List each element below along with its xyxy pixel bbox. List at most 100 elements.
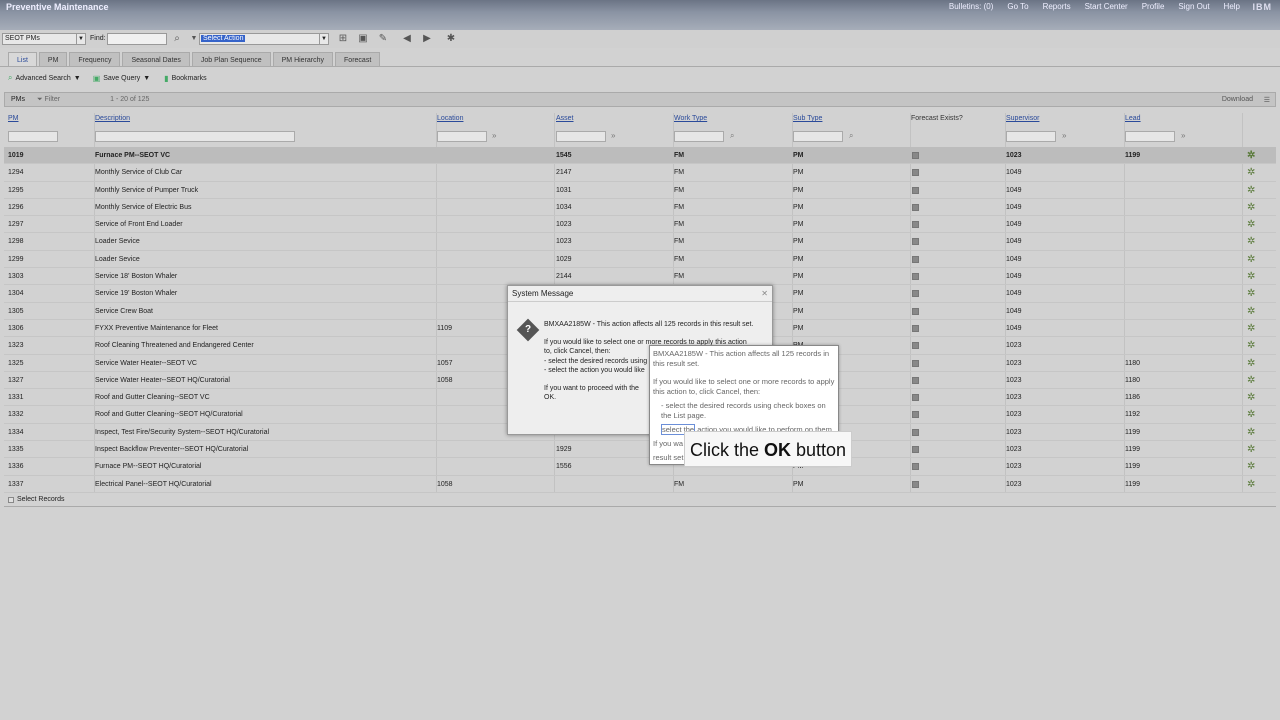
lookup-icon[interactable]: » (1181, 131, 1185, 140)
forecast-checkbox (912, 255, 919, 263)
column-header-asset[interactable]: Asset (556, 115, 574, 122)
route-workflow-icon[interactable]: ✲ (1247, 182, 1255, 199)
close-icon[interactable]: ✕ (761, 289, 768, 298)
advanced-search-button[interactable]: ⌕ Advanced Search ▼ (8, 73, 81, 83)
lookup-icon[interactable]: » (492, 131, 496, 140)
work-type-filter-input[interactable] (674, 131, 724, 142)
tab-frequency[interactable]: Frequency (69, 52, 121, 67)
start-center-link[interactable]: Start Center (1085, 2, 1128, 11)
column-header-sub-type[interactable]: Sub Type (793, 115, 822, 122)
route-workflow-icon[interactable]: ✲ (1247, 285, 1255, 302)
table-row[interactable]: 1299 Loader Sevice 1029 FM PM 1049 ✲ (4, 251, 1276, 269)
lookup-icon[interactable]: » (1062, 131, 1066, 140)
cell-pm: 1297 (8, 221, 24, 229)
route-workflow-icon[interactable]: ✲ (1247, 251, 1255, 268)
table-row[interactable]: 1297 Service of Front End Loader 1023 FM PM 1… (4, 216, 1276, 234)
select-records-toggle[interactable]: Select Records (8, 496, 64, 503)
column-header-description[interactable]: Description (95, 115, 130, 122)
route-workflow-icon[interactable]: ✲ (1247, 268, 1255, 285)
cell-desc: Furnace PM--SEOT HQ/Curatorial (95, 463, 202, 471)
pm-filter-input[interactable] (8, 131, 58, 142)
tab-list[interactable]: List (8, 52, 37, 67)
route-workflow-icon[interactable]: ✲ (1247, 337, 1255, 354)
route-workflow-icon[interactable]: ✲ (1247, 476, 1255, 493)
save-icon[interactable]: ▣ (356, 33, 370, 45)
find-input[interactable] (107, 33, 167, 45)
reports-link[interactable]: Reports (1043, 2, 1071, 11)
table-row[interactable]: 1295 Monthly Service of Pumper Truck 1031 F… (4, 182, 1276, 199)
route-workflow-icon[interactable]: ✲ (1247, 406, 1255, 423)
column-header-forecast-exists: Forecast Exists? (911, 115, 963, 122)
route-workflow-icon[interactable]: ✲ (1247, 389, 1255, 406)
column-header-pm[interactable]: PM (8, 115, 19, 122)
workflow-icon[interactable]: ✱ (444, 33, 458, 45)
route-workflow-icon[interactable]: ✲ (1247, 216, 1255, 233)
lead-filter-input[interactable] (1125, 131, 1175, 142)
column-header-supervisor[interactable]: Supervisor (1006, 115, 1039, 122)
search-icon[interactable]: ⌕ (849, 131, 853, 141)
route-workflow-icon[interactable]: ✲ (1247, 303, 1255, 320)
route-workflow-icon[interactable]: ✲ (1247, 320, 1255, 337)
table-row[interactable]: 1303 Service 18' Boston Whaler 2144 FM PM 104… (4, 268, 1276, 286)
table-row[interactable]: 1294 Monthly Service of Club Car 2147 FM PM 1… (4, 164, 1276, 182)
table-row[interactable]: 1296 Monthly Service of Electric Bus 1034 F… (4, 199, 1276, 217)
bulletins-link[interactable]: Bulletins: (0) (949, 2, 993, 11)
sub-type-filter-input[interactable] (793, 131, 843, 142)
cell-pm: 1335 (8, 446, 24, 454)
route-workflow-icon[interactable]: ✲ (1247, 147, 1255, 164)
next-arrow-icon[interactable]: ▶ (420, 33, 434, 45)
save-query-button[interactable]: ▣ Save Query ▼ (93, 74, 150, 83)
sign-out-link[interactable]: Sign Out (1178, 2, 1209, 11)
lookup-icon[interactable]: » (611, 131, 615, 140)
download-button[interactable]: Download (1222, 96, 1253, 103)
table-row[interactable]: 1336Furnace PM--SEOT HQ/Curatorial1556PM… (4, 458, 1276, 476)
cell-lead: 1192 (1125, 411, 1141, 419)
route-workflow-icon[interactable]: ✲ (1247, 424, 1255, 441)
filter-button[interactable]: ⏷ Filter (37, 96, 60, 104)
forecast-checkbox (912, 324, 919, 332)
table-row[interactable]: 1337 Electrical Panel--SEOT HQ/Curatorial… (4, 476, 1276, 493)
route-workflow-icon[interactable]: ✲ (1247, 199, 1255, 216)
profile-link[interactable]: Profile (1142, 2, 1165, 11)
tab-forecast[interactable]: Forecast (335, 52, 381, 67)
table-row[interactable]: 1019 Furnace PM--SEOT VC 1545 FM PM 1023 1199 ✲ (4, 147, 1276, 165)
column-header-work-type[interactable]: Work Type (674, 115, 707, 122)
dialog-message-line: OK. (544, 394, 557, 401)
search-icon[interactable]: ⌕ (730, 131, 734, 141)
goto-link[interactable]: Go To (1007, 2, 1028, 11)
tab-pm-hierarchy[interactable]: PM Hierarchy (272, 52, 334, 67)
menu-icon[interactable]: ☰ (1264, 96, 1270, 104)
route-workflow-icon[interactable]: ✲ (1247, 372, 1255, 389)
table-row[interactable]: 1298 Loader Sevice 1023 FM PM 1049 ✲ (4, 233, 1276, 251)
cell-sup: 1023 (1006, 446, 1022, 454)
search-icon[interactable]: ⌕ (170, 33, 184, 45)
asset-filter-input[interactable] (556, 131, 606, 142)
chevron-down-icon[interactable]: ▼ (74, 75, 81, 82)
column-header-lead[interactable]: Lead (1125, 115, 1141, 122)
cell-asset: 1031 (556, 186, 572, 194)
select-action-dropdown[interactable]: Select Action ▼ (199, 33, 329, 45)
help-link[interactable]: Help (1224, 2, 1240, 11)
previous-arrow-icon[interactable]: ◀ (400, 33, 414, 45)
route-workflow-icon[interactable]: ✲ (1247, 355, 1255, 372)
column-header-location[interactable]: Location (437, 115, 463, 122)
tab-seasonal-dates[interactable]: Seasonal Dates (122, 52, 190, 67)
description-filter-input[interactable] (95, 131, 295, 142)
location-filter-input[interactable] (437, 131, 487, 142)
new-record-icon[interactable]: ⊞ (336, 33, 350, 45)
edit-icon[interactable]: ✎ (376, 33, 390, 45)
tab-job-plan-sequence[interactable]: Job Plan Sequence (191, 52, 271, 67)
route-workflow-icon[interactable]: ✲ (1247, 164, 1255, 181)
tab-pm[interactable]: PM (38, 52, 68, 67)
route-workflow-icon[interactable]: ✲ (1247, 233, 1255, 250)
table-row[interactable]: 1335 Inspect Backflow Preventer--SEOT HQ/… (4, 441, 1276, 459)
cell-asset: 2144 (556, 273, 572, 281)
chevron-down-icon[interactable]: ▼ (143, 75, 150, 82)
dialog-message-line: - select the action you would like (544, 367, 645, 374)
route-workflow-icon[interactable]: ✲ (1247, 458, 1255, 475)
supervisor-filter-input[interactable] (1006, 131, 1056, 142)
cell-sup: 1049 (1006, 290, 1022, 298)
bookmarks-button[interactable]: ▮ Bookmarks (164, 74, 206, 83)
app-select[interactable]: SEOT PMs ▼ (2, 33, 86, 45)
route-workflow-icon[interactable]: ✲ (1247, 441, 1255, 458)
